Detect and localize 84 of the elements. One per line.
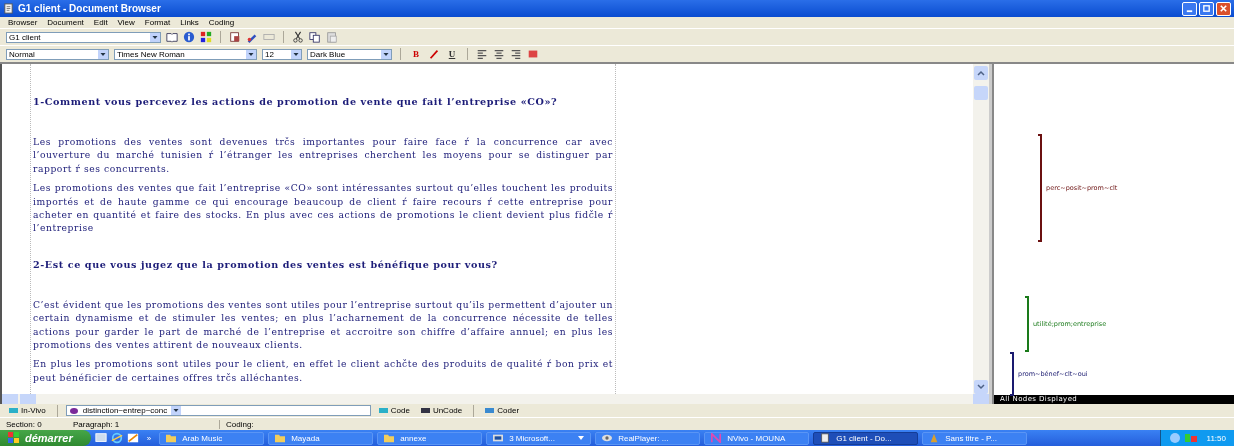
menu-item[interactable]: Format	[139, 18, 176, 27]
bold-button[interactable]: B	[409, 47, 423, 61]
paragraph: Les promotions des ventes que fait l’entreprise «CO» sont intéressantes surtout qu’elles touchent les produits importés et de haute gamme ce qui encourage beaucoup de client ŕ faire recours ŕ cette entreprise pour acheter en quantité et faire des stocks. En plus avec ces actions de promotions le client devient plus fidčle ŕ l’entreprise	[33, 181, 613, 235]
window-icon	[492, 433, 505, 443]
caret-icon[interactable]	[381, 49, 391, 59]
taskbar-button[interactable]: RealPlayer: ...	[595, 431, 701, 445]
paragraph: En plus les promotions sont utiles pour le client, en effet le client achčte des produits de qualité ŕ bon prix et peut bénéficier de certaines offres trčs alléchantes.	[33, 357, 613, 385]
paragraph-status: Paragraph: 1	[67, 419, 220, 429]
horizontal-scrollbar[interactable]	[2, 394, 989, 404]
folder-icon	[383, 433, 396, 443]
folder-icon	[165, 433, 178, 443]
coding-status: Coding:	[225, 419, 255, 429]
maximize-button[interactable]	[1199, 1, 1214, 16]
minimize-button[interactable]	[1182, 1, 1197, 16]
maximize-icon	[1202, 4, 1211, 13]
menu-item[interactable]: Coding	[203, 18, 240, 27]
highlight-icon[interactable]	[527, 48, 539, 60]
clock: 11:50	[1206, 433, 1226, 443]
paragraph: C’est évident que les promotions des ventes sont utiles pour l’entreprise surtout qu’ils permettent d’ajouter un certain dynamisme et de stimuler les ventes; en plus l’acharnement de la concurrence nécessite de telles actions pour garder le part de marché de l’entreprise et accroitre son chiffre d’affaire annuel; en plus les promotions des ventes attirent de nouveaux clients.	[33, 297, 613, 352]
media-icon[interactable]	[126, 432, 139, 444]
close-button[interactable]	[1216, 1, 1231, 16]
book-icon[interactable]	[166, 31, 178, 43]
browser-icon[interactable]	[110, 432, 123, 444]
player-icon	[601, 433, 614, 443]
menu-item[interactable]: Document	[42, 18, 89, 27]
coder-button[interactable]: Coder	[482, 404, 523, 417]
taskbar-button[interactable]: annexe	[377, 431, 483, 445]
taskbar-button[interactable]: Sans titre - P...	[922, 431, 1028, 445]
align-right-icon[interactable]	[510, 48, 522, 60]
tray-icon[interactable]	[1168, 431, 1199, 445]
pen-icon[interactable]	[246, 31, 258, 43]
window-title: G1 client - Document Browser	[18, 3, 161, 14]
taskbar-button[interactable]: 3 Microsoft...	[486, 431, 592, 445]
start-button[interactable]: démarrer	[0, 430, 91, 446]
section-status: Section: 0	[5, 419, 43, 429]
windows-logo	[8, 432, 20, 444]
cut-icon[interactable]	[292, 31, 304, 43]
copy-icon[interactable]	[309, 31, 321, 43]
desktop-icon[interactable]	[94, 432, 107, 444]
code-button[interactable]: Code	[375, 404, 413, 417]
coding-stripe[interactable]	[1038, 134, 1042, 242]
grid-icon[interactable]	[200, 31, 212, 43]
vertical-scrollbar[interactable]	[973, 64, 989, 394]
in-vivo-button[interactable]: In-Vivo	[6, 404, 49, 417]
italic-icon[interactable]	[428, 48, 440, 60]
caret-icon[interactable]	[291, 49, 301, 59]
taskbar-button[interactable]: G1 client - Do...	[813, 431, 919, 445]
node-dropdown[interactable]: distinction~entrep~conc	[65, 405, 371, 416]
caret-icon[interactable]	[246, 49, 256, 59]
menu-item[interactable]: Browser	[3, 18, 43, 27]
size-dropdown[interactable]: 12	[262, 48, 302, 60]
more-chevron[interactable]: »	[146, 433, 152, 443]
taskbar-button[interactable]: Mayada	[268, 431, 374, 445]
font-dropdown[interactable]: Times New Roman	[114, 48, 257, 60]
scroll-up-icon[interactable]	[974, 66, 988, 80]
underline-button[interactable]: U	[445, 47, 459, 61]
menu-item[interactable]: View	[112, 18, 140, 27]
document-icon	[3, 3, 14, 14]
document-dropdown[interactable]: G1 client	[6, 31, 161, 43]
document-icon	[819, 433, 832, 443]
align-center-icon[interactable]	[493, 48, 505, 60]
taskbar-button[interactable]: NVivo - MOUNA	[704, 431, 810, 445]
color-dropdown[interactable]: Dark Blue	[307, 48, 392, 60]
caret-icon[interactable]	[150, 32, 160, 42]
paragraph: Les promotions des ventes sont devenues trčs importantes pour faire face ŕ la concurrence car avec l’ouverture du marché tunisien ŕ l’étranger les entreprises cherchent les moyens pour se distinguer par rapport ŕ ses concurrents.	[33, 135, 613, 176]
menu-item[interactable]: Links	[175, 18, 204, 27]
taskbar-button[interactable]: Arab Music	[159, 431, 265, 445]
folder-icon	[274, 433, 287, 443]
scroll-thumb[interactable]	[974, 86, 988, 100]
node-icon	[68, 405, 79, 416]
question-heading: 2-Est ce que vous jugez que la promotion des ventes est bénéfique pour vous?	[33, 258, 499, 270]
info-icon[interactable]	[183, 31, 195, 43]
close-icon	[1219, 4, 1228, 13]
question-heading: 1-Comment vous percevez les actions de promotion de vente que fait l’entreprise «CO»?	[33, 96, 559, 107]
align-left-icon[interactable]	[476, 48, 488, 60]
uncode-button[interactable]: UnCode	[417, 404, 466, 417]
style-dropdown[interactable]: Normal	[6, 48, 109, 60]
menu-item[interactable]: Edit	[88, 18, 113, 27]
scroll-thumb[interactable]	[20, 394, 36, 404]
caret-icon[interactable]	[171, 406, 182, 415]
caret-icon[interactable]	[98, 49, 108, 59]
report-icon[interactable]	[229, 31, 241, 43]
n-logo-icon	[710, 433, 723, 443]
scroll-down-icon[interactable]	[974, 380, 988, 394]
